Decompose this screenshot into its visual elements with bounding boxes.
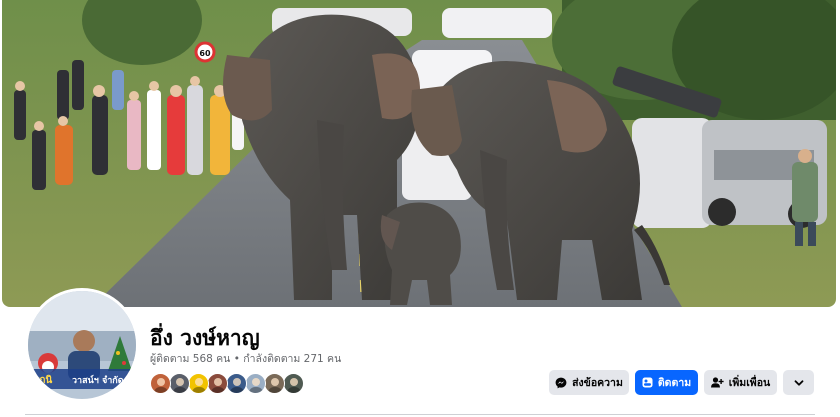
profile-avatar[interactable]: รถนิ วาสน์ฯ จำกัด (25, 288, 139, 402)
friend-avatar-body (287, 387, 301, 393)
add-friend-button-label: เพิ่มเพื่อน (728, 377, 771, 389)
section-divider (25, 414, 815, 415)
messenger-icon (555, 377, 567, 388)
friend-avatar-face (157, 378, 165, 386)
friend-avatar-body (230, 387, 244, 393)
cover-photo-image: 60 (2, 0, 836, 307)
avatar-image: รถนิ วาสน์ฯ จำกัด (28, 291, 136, 399)
friend-avatar-face (252, 378, 260, 386)
mutual-friends-list (150, 373, 304, 395)
add-friend-button[interactable]: เพิ่มเพื่อน (704, 370, 777, 395)
friend-avatar-face (233, 378, 241, 386)
friend-avatar-face (290, 378, 298, 386)
friend-avatar-face (214, 378, 222, 386)
friend-avatar-body (173, 387, 187, 393)
friend-avatar-body (192, 387, 206, 393)
speed-sign-text: 60 (199, 49, 211, 58)
friend-avatar-face (271, 378, 279, 386)
profile-page: 60 รถนิ วาสน์ฯ จำกัด อึ่ง วงษ์หาญ ผู้ติด… (0, 0, 840, 417)
follow-stats: ผู้ติดตาม 568 คน • กำลังติดตาม 271 คน (150, 350, 341, 367)
more-options-button[interactable] (783, 370, 814, 395)
follow-button-label: ติดตาม (657, 377, 692, 389)
avatar-text-right: วาสน์ฯ จำกัด (72, 374, 124, 386)
friend-avatar-body (211, 387, 225, 393)
follow-icon (642, 377, 653, 388)
chevron-down-icon (794, 379, 803, 386)
friend-avatar-body (249, 387, 263, 393)
avatar-text-left: รถนิ (34, 374, 52, 386)
friend-avatar[interactable] (169, 373, 190, 394)
message-button[interactable]: ส่งข้อความ (549, 370, 629, 395)
friend-avatar[interactable] (283, 373, 304, 394)
following-count[interactable]: กำลังติดตาม 271 คน (243, 353, 341, 365)
friend-avatar[interactable] (245, 373, 266, 394)
friend-avatar[interactable] (188, 373, 209, 394)
followers-count[interactable]: ผู้ติดตาม 568 คน (150, 353, 230, 365)
friend-avatar-face (195, 378, 203, 386)
friend-avatar[interactable] (207, 373, 228, 394)
friend-avatar-face (176, 378, 184, 386)
cover-photo[interactable]: 60 (2, 0, 836, 307)
friend-avatar-body (268, 387, 282, 393)
friend-avatar[interactable] (226, 373, 247, 394)
friend-avatar[interactable] (264, 373, 285, 394)
message-button-label: ส่งข้อความ (572, 377, 623, 389)
friend-avatar-body (154, 387, 168, 393)
friend-avatar[interactable] (150, 373, 171, 394)
follow-separator: • (233, 353, 240, 365)
add-friend-icon (710, 377, 724, 388)
follow-button[interactable]: ติดตาม (635, 370, 698, 395)
